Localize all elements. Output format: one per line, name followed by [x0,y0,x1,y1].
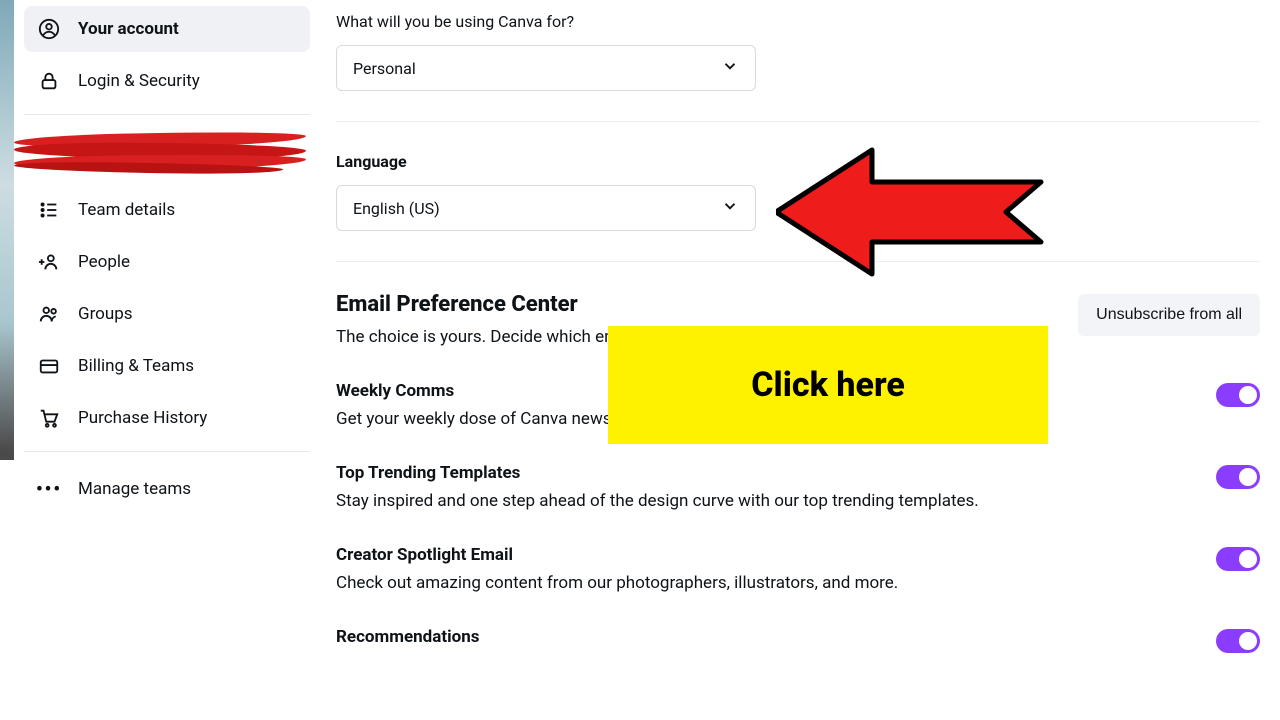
section-divider [336,121,1260,122]
ellipsis-icon: ••• [38,478,60,500]
sidebar-item-label: Purchase History [78,408,207,428]
sidebar-item-label: People [78,252,130,272]
chevron-down-icon [721,197,739,219]
pref-top-trending: Top Trending Templates Stay inspired and… [336,463,1260,511]
sidebar-item-label: Billing & Teams [78,356,194,376]
usage-question-label: What will you be using Canva for? [336,12,1260,31]
usage-select-value: Personal [353,59,416,78]
pref-title: Recommendations [336,627,479,647]
sidebar-item-label: Groups [78,304,133,324]
sidebar-item-groups[interactable]: Groups [24,291,310,337]
settings-sidebar: Your account Login & Security [0,0,310,720]
sidebar-item-label: Your account [78,19,179,39]
page-edge-decoration [0,0,14,460]
toggle-top-trending[interactable] [1216,465,1260,489]
sidebar-item-label: Manage teams [78,479,191,499]
sidebar-divider [24,114,310,115]
pref-title: Creator Spotlight Email [336,545,898,565]
usage-select[interactable]: Personal [336,45,756,91]
sidebar-divider [24,451,310,452]
toggle-creator-spotlight[interactable] [1216,547,1260,571]
sidebar-item-team-details[interactable]: Team details [24,187,310,233]
add-people-icon [38,251,60,273]
sidebar-item-manage-teams[interactable]: ••• Manage teams [24,466,310,512]
sidebar-item-your-account[interactable]: Your account [24,6,310,52]
sidebar-item-login-security[interactable]: Login & Security [24,58,310,104]
sidebar-item-label: Team details [78,200,175,220]
email-pref-title: Email Preference Center [336,292,800,317]
chevron-down-icon [721,57,739,79]
sidebar-item-label: Login & Security [78,71,200,91]
sidebar-item-purchase-history[interactable]: Purchase History [24,395,310,441]
lock-icon [38,70,60,92]
annotation-arrow [776,142,1046,282]
language-select[interactable]: English (US) [336,185,756,231]
annotation-callout-text: Click here [751,365,905,405]
pref-desc: Check out amazing content from our photo… [336,573,898,593]
credit-card-icon [38,355,60,377]
unsubscribe-all-button[interactable]: Unsubscribe from all [1078,294,1260,336]
sidebar-item-people[interactable]: People [24,239,310,285]
cart-icon [38,407,60,429]
toggle-weekly-comms[interactable] [1216,383,1260,407]
pref-text: Creator Spotlight Email Check out amazin… [336,545,898,593]
pref-desc: Stay inspired and one step ahead of the … [336,491,979,511]
pref-text: Top Trending Templates Stay inspired and… [336,463,979,511]
user-circle-icon [38,18,60,40]
pref-title: Top Trending Templates [336,463,979,483]
list-icon [38,199,60,221]
annotation-callout: Click here [608,326,1048,444]
toggle-recommendations[interactable] [1216,629,1260,653]
pref-creator-spotlight: Creator Spotlight Email Check out amazin… [336,545,1260,593]
pref-text: Recommendations [336,627,479,655]
language-select-value: English (US) [353,199,440,218]
sidebar-item-billing-teams[interactable]: Billing & Teams [24,343,310,389]
pref-recommendations: Recommendations [336,627,1260,655]
groups-icon [38,303,60,325]
redacted-team-name [14,129,306,181]
